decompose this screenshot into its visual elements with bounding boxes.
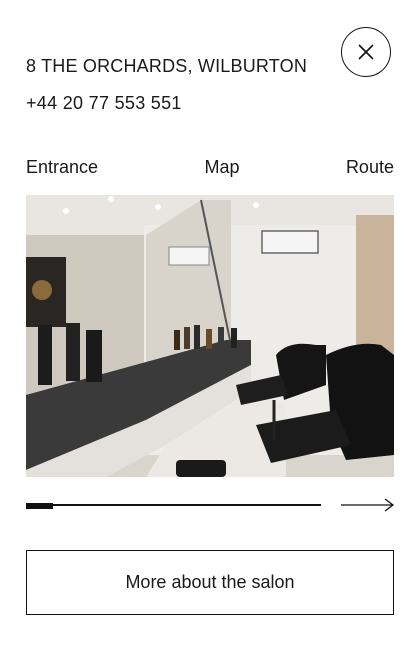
more-about-salon-button[interactable]: More about the salon [26, 550, 394, 615]
tab-map[interactable]: Map [204, 157, 239, 178]
next-image-button[interactable] [340, 496, 396, 514]
close-button[interactable] [341, 27, 391, 77]
close-icon [358, 44, 374, 60]
gallery-progress-fill [26, 503, 53, 509]
arrow-right-icon [341, 498, 395, 512]
salon-address: 8 THE ORCHARDS, WILBURTON [26, 56, 308, 76]
tab-route[interactable]: Route [346, 157, 394, 178]
view-tabs: Entrance Map Route [26, 156, 394, 178]
gallery-progress-track [26, 504, 321, 506]
tab-entrance[interactable]: Entrance [26, 157, 98, 178]
salon-phone[interactable]: +44 20 77 553 551 [26, 93, 182, 114]
salon-interior-photo[interactable] [26, 195, 394, 477]
